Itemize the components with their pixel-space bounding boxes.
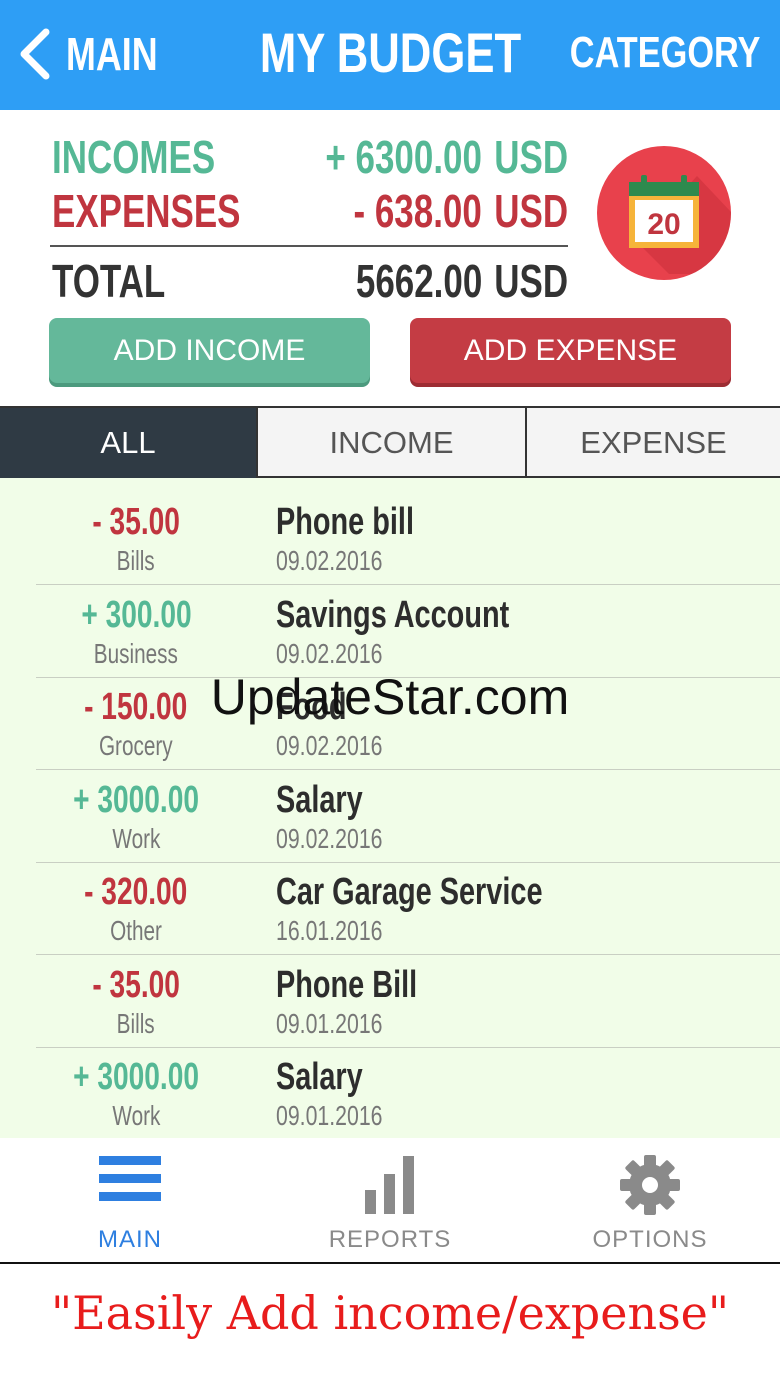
transaction-amount: - 150.00 — [84, 686, 188, 728]
transaction-category: Work — [112, 1100, 160, 1131]
transaction-name: Food — [276, 686, 347, 728]
transaction-date: 09.02.2016 — [276, 545, 383, 576]
expenses-row: EXPENSES - 638.00 USD — [52, 184, 568, 238]
calendar-button[interactable]: 20 — [597, 146, 731, 280]
transaction-row[interactable]: + 3000.00 Work Salary 09.01.2016 — [0, 1048, 780, 1138]
transaction-row[interactable]: + 3000.00 Work Salary 09.02.2016 — [0, 771, 780, 863]
transaction-amount: - 35.00 — [92, 964, 180, 1006]
expenses-currency: USD — [494, 185, 568, 237]
transaction-list: - 35.00 Bills Phone bill 09.02.2016 + 30… — [0, 478, 780, 1138]
transaction-row[interactable]: - 35.00 Bills Phone bill 09.02.2016 — [0, 493, 780, 585]
transaction-name: Phone bill — [276, 501, 414, 543]
add-expense-button[interactable]: ADD EXPENSE — [410, 318, 731, 383]
transaction-row[interactable]: - 150.00 Grocery Food 09.02.2016 — [0, 678, 780, 770]
nav-reports-label: REPORTS — [328, 1226, 452, 1253]
transaction-date: 09.02.2016 — [276, 823, 383, 854]
transaction-amount: - 35.00 — [92, 501, 180, 543]
incomes-amount: + 6300.00 — [325, 131, 482, 183]
total-row: TOTAL 5662.00 USD — [52, 254, 568, 308]
transaction-amount: - 320.00 — [84, 871, 188, 913]
transaction-name: Savings Account — [276, 594, 510, 636]
total-amount: 5662.00 — [355, 255, 482, 307]
transaction-date: 16.01.2016 — [276, 915, 383, 946]
row-divider — [36, 954, 780, 955]
nav-main-label: MAIN — [98, 1226, 162, 1253]
transaction-name: Phone Bill — [276, 964, 418, 1006]
transaction-name: Car Garage Service — [276, 871, 543, 913]
incomes-label: INCOMES — [52, 131, 216, 183]
expenses-label: EXPENSES — [52, 185, 241, 237]
promo-caption: "Easily Add income/expense" — [50, 1286, 730, 1340]
tab-income[interactable]: INCOME — [256, 408, 525, 478]
transaction-category: Work — [112, 823, 160, 854]
incomes-currency: USD — [494, 131, 568, 183]
calendar-icon: 20 — [629, 175, 731, 274]
transaction-category: Bills — [117, 1008, 155, 1039]
transaction-amount: + 3000.00 — [73, 779, 199, 821]
nav-options[interactable]: OPTIONS — [520, 1138, 780, 1262]
transaction-name: Salary — [276, 779, 363, 821]
add-income-button[interactable]: ADD INCOME — [49, 318, 370, 383]
transaction-category: Grocery — [99, 730, 173, 761]
transaction-row[interactable]: + 300.00 Business Savings Account 09.02.… — [0, 586, 780, 678]
transaction-name: Salary — [276, 1056, 363, 1098]
transaction-amount: + 3000.00 — [73, 1056, 199, 1098]
transaction-date: 09.02.2016 — [276, 730, 383, 761]
menu-icon — [99, 1156, 161, 1201]
expenses-amount: - 638.00 — [353, 185, 482, 237]
category-button[interactable]: CATEGORY — [516, 28, 760, 78]
tab-expense[interactable]: EXPENSE — [525, 408, 780, 478]
budget-summary: INCOMES + 6300.00 USD EXPENSES - 638.00 … — [0, 110, 780, 406]
bottom-nav: MAIN REPORTS OPTIONS — [0, 1138, 780, 1264]
nav-main[interactable]: MAIN — [0, 1138, 260, 1262]
summary-divider — [50, 245, 568, 247]
transaction-row[interactable]: - 35.00 Bills Phone Bill 09.01.2016 — [0, 956, 780, 1048]
total-label: TOTAL — [52, 255, 166, 307]
filter-tabs: ALL INCOME EXPENSE — [0, 406, 780, 478]
bar-chart-icon — [365, 1156, 414, 1214]
tab-all[interactable]: ALL — [0, 408, 256, 478]
transaction-category: Bills — [117, 545, 155, 576]
nav-options-label: OPTIONS — [592, 1226, 708, 1253]
transaction-row[interactable]: - 320.00 Other Car Garage Service 16.01.… — [0, 863, 780, 955]
incomes-row: INCOMES + 6300.00 USD — [52, 130, 568, 184]
transaction-date: 09.01.2016 — [276, 1100, 383, 1131]
svg-text:20: 20 — [647, 208, 680, 241]
transaction-amount: + 300.00 — [80, 594, 192, 636]
transaction-category: Other — [110, 915, 162, 946]
transaction-category: Business — [93, 638, 179, 669]
app-header: MAIN MY BUDGET CATEGORY — [0, 0, 780, 110]
row-divider — [36, 769, 780, 770]
gear-icon — [620, 1155, 680, 1215]
transaction-date: 09.02.2016 — [276, 638, 383, 669]
total-currency: USD — [494, 255, 568, 307]
nav-reports[interactable]: REPORTS — [260, 1138, 520, 1262]
transaction-date: 09.01.2016 — [276, 1008, 383, 1039]
row-divider — [36, 584, 780, 585]
